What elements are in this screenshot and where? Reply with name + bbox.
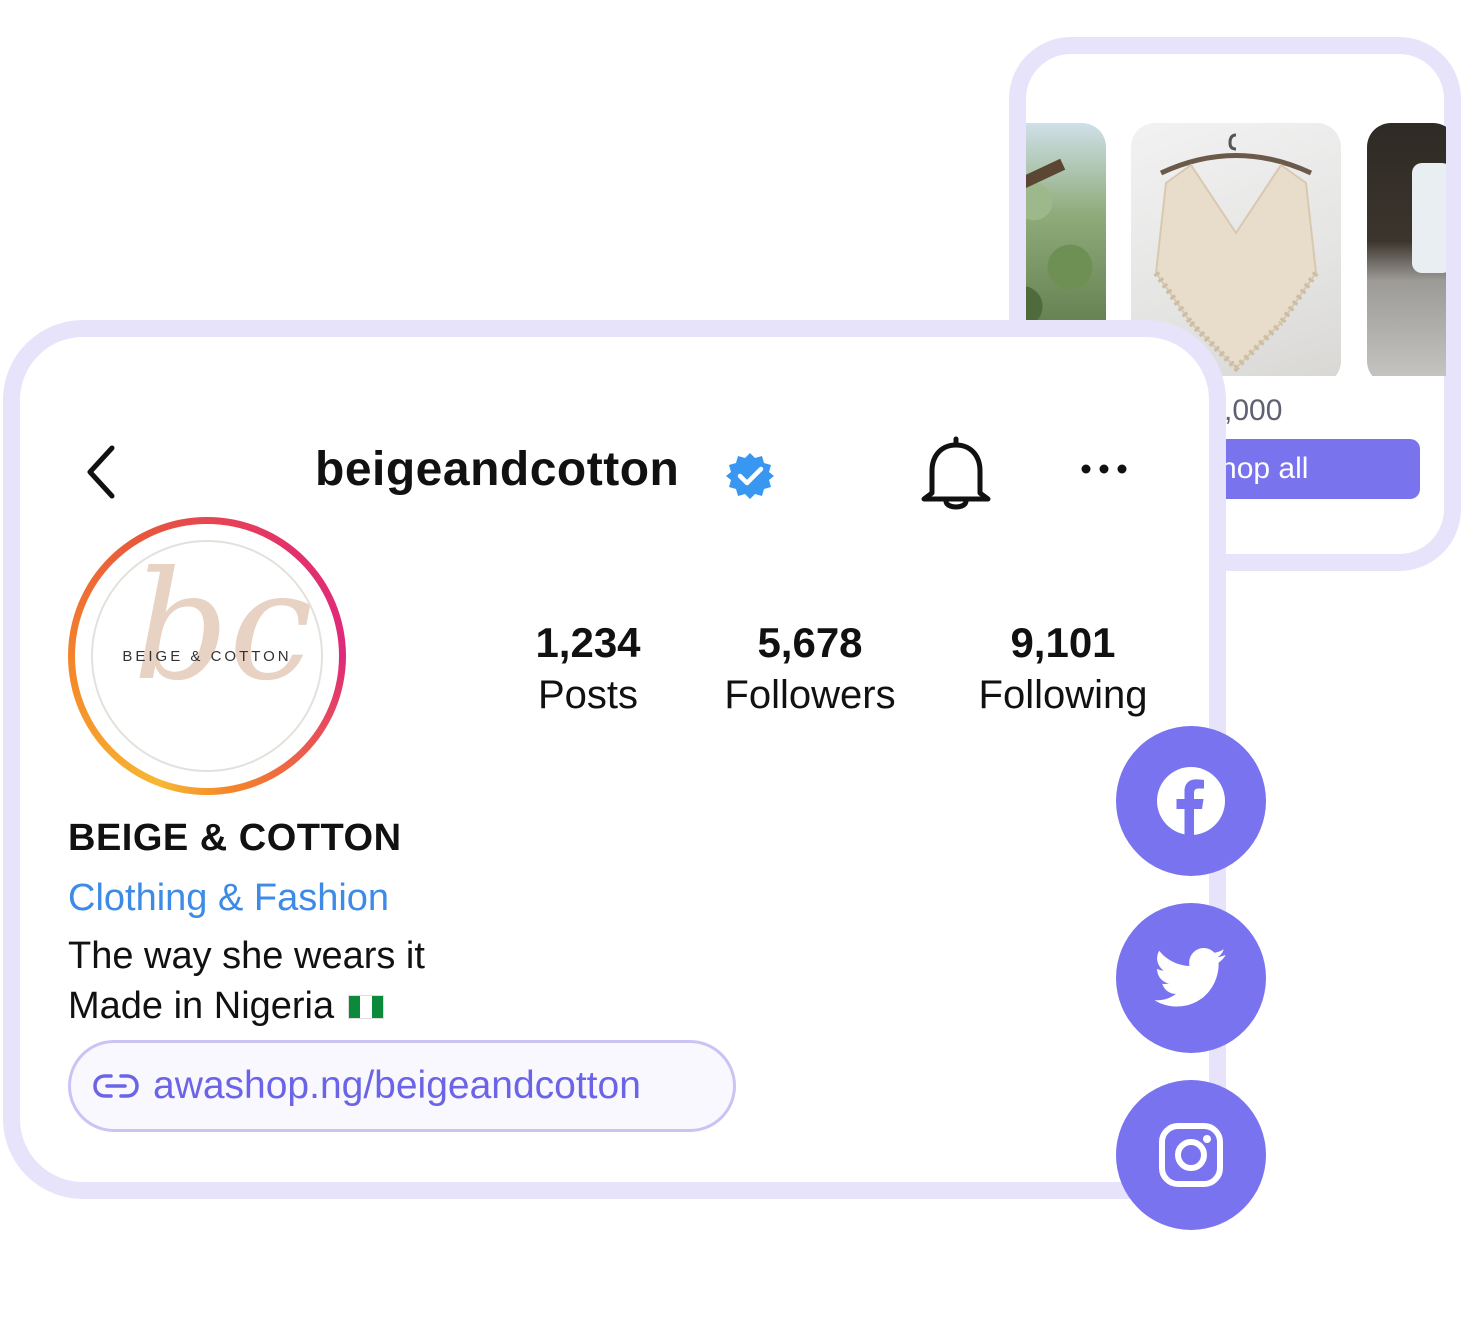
stat-label: Following bbox=[978, 673, 1148, 717]
product-image-street[interactable] bbox=[1367, 123, 1446, 376]
stat-posts[interactable]: 1,234 Posts bbox=[518, 617, 658, 721]
facebook-icon bbox=[1157, 767, 1225, 835]
logo-text: BEIGE & COTTON bbox=[122, 648, 292, 665]
chevron-left-icon[interactable] bbox=[82, 444, 122, 500]
stat-value: 9,101 bbox=[1010, 619, 1116, 666]
profile-username: beigeandcotton bbox=[315, 443, 680, 496]
stat-label: Followers bbox=[724, 673, 896, 717]
twitter-icon bbox=[1155, 948, 1226, 1007]
stat-value: 1,234 bbox=[535, 619, 641, 666]
bio-line-text: Made in Nigeria bbox=[68, 985, 335, 1027]
link-icon bbox=[93, 1074, 139, 1098]
bio-line: Made in Nigeria bbox=[68, 985, 385, 1028]
profile-link[interactable]: awashop.ng/beigeandcotton bbox=[68, 1040, 736, 1132]
twitter-button[interactable] bbox=[1116, 903, 1266, 1053]
verified-badge-icon bbox=[726, 453, 774, 499]
stat-following[interactable]: 9,101 Following bbox=[968, 617, 1158, 721]
instagram-icon bbox=[1159, 1123, 1223, 1187]
bio-line: The way she wears it bbox=[68, 935, 425, 977]
facebook-button[interactable] bbox=[1116, 726, 1266, 876]
profile-link-text: awashop.ng/beigeandcotton bbox=[153, 1064, 641, 1107]
instagram-button[interactable] bbox=[1116, 1080, 1266, 1230]
profile-card: beigeandcotton bc BEIGE & COTTON 1,234 P… bbox=[3, 320, 1226, 1199]
stat-followers[interactable]: 5,678 Followers bbox=[715, 617, 905, 721]
avatar[interactable]: bc BEIGE & COTTON bbox=[68, 517, 346, 795]
stat-value: 5,678 bbox=[757, 619, 863, 666]
logo-script: bc bbox=[133, 540, 314, 714]
more-dots-icon[interactable] bbox=[1080, 457, 1128, 481]
brand-logo: bc BEIGE & COTTON bbox=[91, 540, 323, 772]
nigeria-flag-icon bbox=[348, 994, 385, 1019]
bell-icon[interactable] bbox=[918, 433, 994, 513]
profile-category: Clothing & Fashion bbox=[68, 877, 390, 919]
display-name: BEIGE & COTTON bbox=[68, 817, 402, 859]
stat-label: Posts bbox=[537, 673, 639, 717]
